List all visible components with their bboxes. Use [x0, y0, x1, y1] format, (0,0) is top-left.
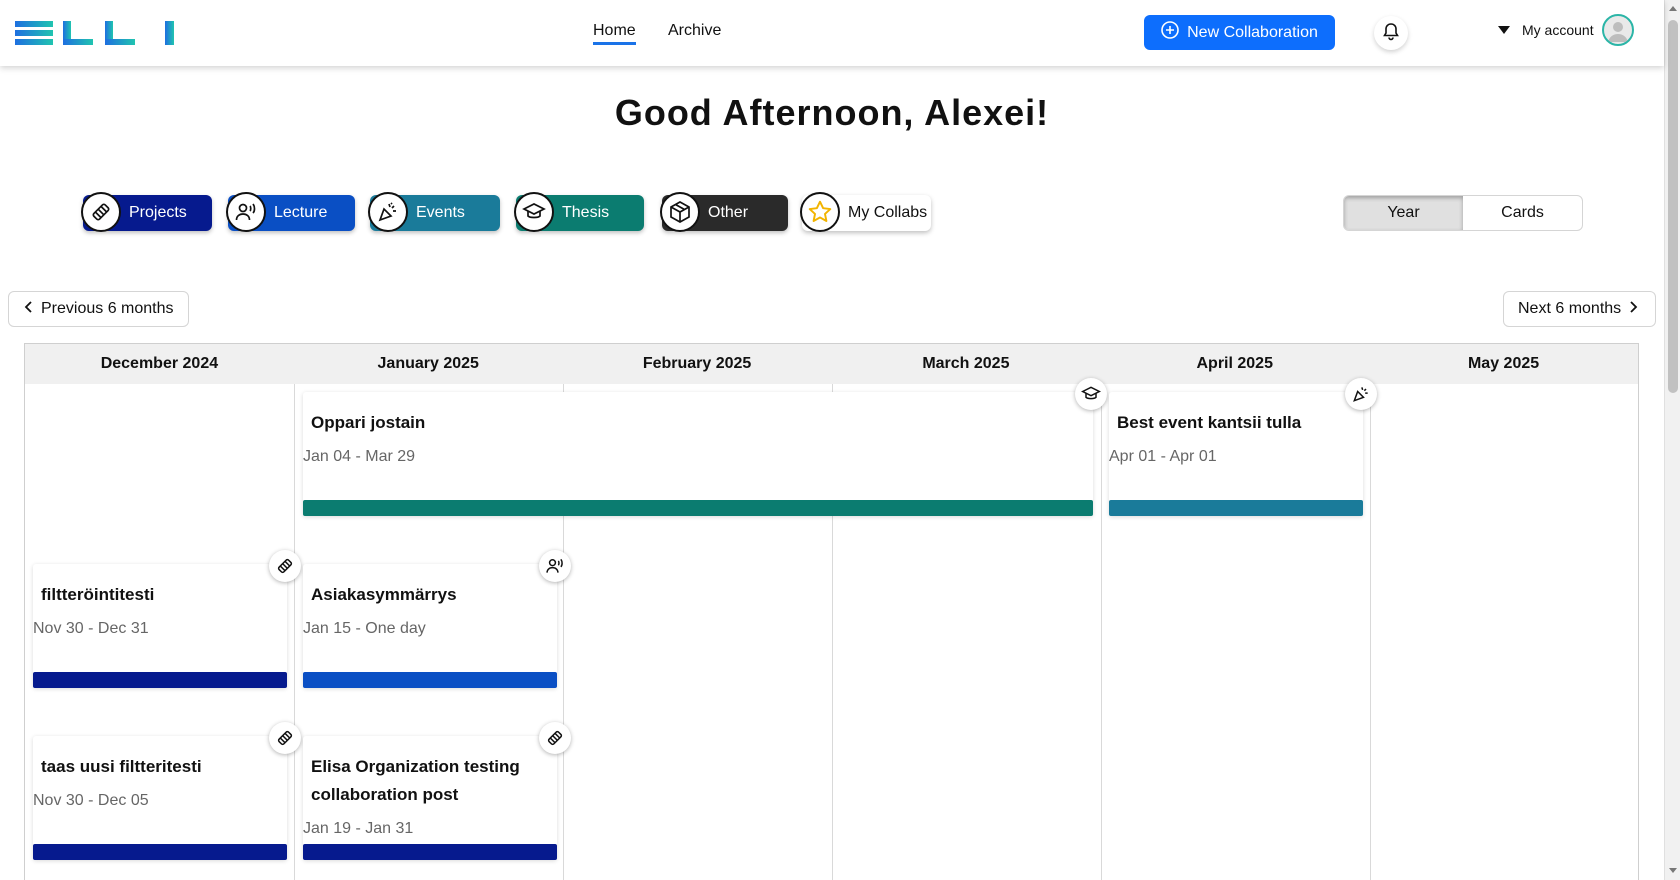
- new-collaboration-label: New Collaboration: [1187, 23, 1318, 41]
- event-card-oppari-jostain[interactable]: Oppari jostain Jan 04 - Mar 29: [303, 378, 1107, 516]
- next-6-months-label: Next 6 months: [1518, 300, 1622, 317]
- event-card-taas-uusi-filtteritesti[interactable]: taas uusi filtteritesti Nov 30 - Dec 05: [33, 722, 301, 860]
- plus-circle-icon: [1161, 21, 1179, 44]
- filter-projects-label: Projects: [129, 204, 187, 221]
- scroll-up-arrow-icon[interactable]: [1669, 6, 1677, 11]
- scroll-down-arrow-icon[interactable]: [1669, 868, 1677, 873]
- party-popper-icon: [368, 192, 408, 232]
- event-type-bar: [33, 844, 287, 860]
- event-dates: Apr 01 - Apr 01: [1109, 448, 1217, 465]
- event-dates: Nov 30 - Dec 31: [33, 620, 149, 637]
- view-cards-button[interactable]: Cards: [1463, 196, 1582, 230]
- handshake-icon: [81, 192, 121, 232]
- event-title: filtteröintitesti: [41, 585, 155, 604]
- next-6-months-button[interactable]: Next 6 months: [1503, 291, 1656, 327]
- filter-thesis-label: Thesis: [562, 204, 610, 221]
- handshake-icon: [539, 722, 571, 754]
- previous-6-months-label: Previous 6 months: [41, 300, 174, 317]
- filter-my-collabs-label: My Collabs: [848, 204, 928, 221]
- event-card-asiakasymmarrys[interactable]: Asiakasymmärrys Jan 15 - One day: [303, 550, 571, 688]
- event-card-filtterointitesti[interactable]: filtteröintitesti Nov 30 - Dec 31: [33, 550, 301, 688]
- avatar: [1601, 14, 1634, 46]
- bell-icon: [1381, 21, 1401, 46]
- filter-my-collabs[interactable]: My Collabs: [800, 192, 931, 232]
- account-label: My account: [1522, 22, 1594, 38]
- handshake-icon: [269, 722, 301, 754]
- notifications-button[interactable]: [1374, 16, 1408, 50]
- event-type-bar: [303, 500, 1093, 516]
- month-header: April 2025: [1196, 355, 1273, 372]
- graduation-cap-icon: [1075, 378, 1107, 410]
- speaker-icon: [539, 550, 571, 582]
- column-divider: [1370, 384, 1371, 880]
- event-title: Best event kantsii tulla: [1117, 413, 1302, 432]
- event-dates: Jan 04 - Mar 29: [303, 448, 416, 465]
- calendar-header: December 2024 January 2025 February 2025…: [25, 344, 1638, 384]
- chevron-right-icon: [1627, 300, 1639, 319]
- nav-home[interactable]: Home: [593, 22, 636, 45]
- handshake-icon: [269, 550, 301, 582]
- nav-archive[interactable]: Archive: [668, 22, 721, 40]
- column-divider: [294, 384, 295, 880]
- month-header: January 2025: [377, 355, 479, 372]
- event-type-bar: [1109, 500, 1363, 516]
- filter-other-label: Other: [708, 204, 749, 221]
- caret-down-icon: [1498, 26, 1510, 34]
- event-card-elisa-organization[interactable]: Elisa Organization testing collaboration…: [303, 722, 571, 860]
- view-toggle: Year Cards: [1343, 195, 1583, 231]
- page-greeting: Good Afternoon, Alexei!: [614, 92, 1050, 133]
- top-header: Home Archive New Collaboration My accoun…: [0, 0, 1664, 66]
- new-collaboration-button[interactable]: New Collaboration: [1144, 15, 1335, 50]
- timeline-calendar: December 2024 January 2025 February 2025…: [24, 343, 1639, 880]
- page-scrollbar[interactable]: [1664, 0, 1680, 880]
- chevron-left-icon: [23, 300, 35, 319]
- event-title: taas uusi filtteritesti: [41, 757, 202, 776]
- speaker-icon: [226, 192, 266, 232]
- previous-6-months-button[interactable]: Previous 6 months: [8, 291, 189, 327]
- month-header: February 2025: [642, 355, 752, 372]
- event-type-bar: [303, 672, 557, 688]
- event-title: Elisa Organization testing collaboration…: [311, 757, 520, 804]
- view-year-button[interactable]: Year: [1344, 196, 1463, 230]
- event-title: Oppari jostain: [311, 413, 426, 432]
- month-header: March 2025: [922, 355, 1010, 372]
- month-header: May 2025: [1467, 355, 1540, 372]
- event-card-best-event[interactable]: Best event kantsii tulla Apr 01 - Apr 01: [1109, 378, 1377, 516]
- graduation-cap-icon: [514, 192, 554, 232]
- party-popper-icon: [1345, 378, 1377, 410]
- column-divider: [1101, 384, 1102, 880]
- scrollbar-thumb[interactable]: [1668, 20, 1678, 393]
- account-menu[interactable]: My account: [1498, 14, 1634, 46]
- event-type-bar: [33, 672, 287, 688]
- month-header: December 2024: [100, 355, 219, 372]
- event-dates: Nov 30 - Dec 05: [33, 792, 149, 809]
- filter-lecture[interactable]: Lecture: [226, 192, 355, 232]
- event-dates: Jan 19 - Jan 31: [303, 820, 414, 837]
- filter-lecture-label: Lecture: [274, 204, 328, 221]
- filter-projects[interactable]: Projects: [81, 192, 212, 232]
- event-title: Asiakasymmärrys: [311, 585, 457, 604]
- filter-thesis[interactable]: Thesis: [514, 192, 644, 232]
- filter-events-label: Events: [416, 204, 465, 221]
- star-icon: [800, 192, 840, 232]
- filter-events[interactable]: Events: [368, 192, 500, 232]
- box-icon: [660, 192, 700, 232]
- elli-logo[interactable]: [15, 21, 175, 45]
- filter-other[interactable]: Other: [660, 192, 788, 232]
- event-type-bar: [303, 844, 557, 860]
- event-dates: Jan 15 - One day: [303, 620, 426, 637]
